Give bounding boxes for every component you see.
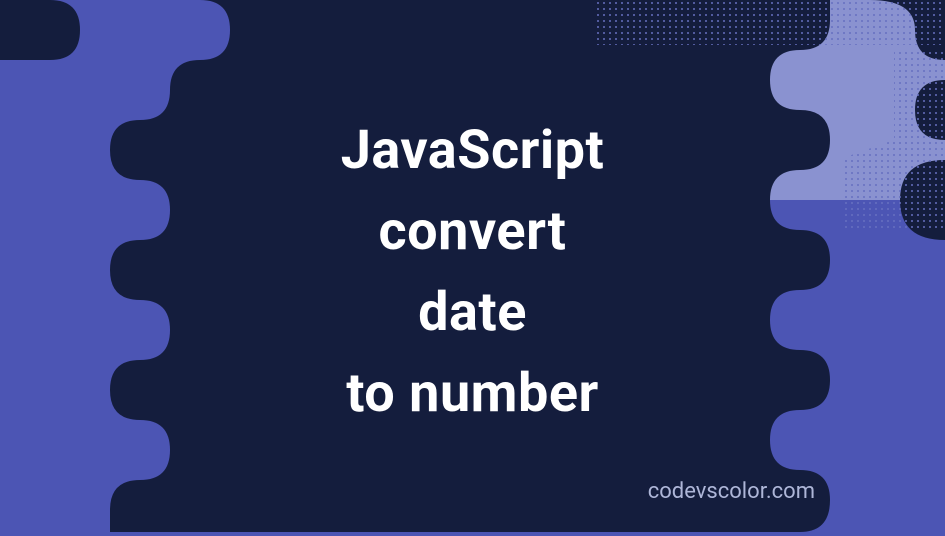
dots-texture-top <box>595 0 945 45</box>
title-line-2: convert <box>0 191 945 272</box>
title-line-4: to number <box>0 353 945 434</box>
watermark-text: codevscolor.com <box>648 479 815 504</box>
title-line-1: JavaScript <box>0 110 945 191</box>
title-line-3: date <box>0 272 945 353</box>
title-container: JavaScript convert date to number <box>0 110 945 434</box>
